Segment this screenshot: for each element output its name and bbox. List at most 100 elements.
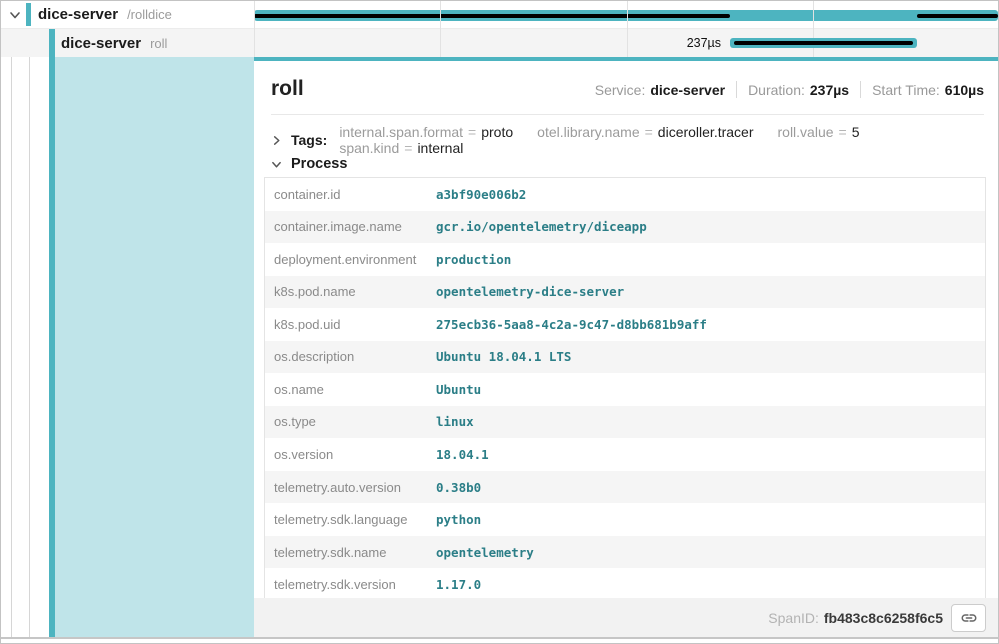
span-detail-footer: SpanID: fb483c8c6258f6c5	[254, 598, 998, 637]
span-operation-name: roll	[150, 36, 167, 51]
child-span-segment	[734, 41, 913, 45]
table-row: telemetry.sdk.nameopentelemetry	[265, 536, 985, 569]
timeline-gridline	[627, 1, 628, 57]
process-value: linux	[436, 414, 474, 429]
span-row-roll-selected[interactable]: dice-server roll 237µs	[1, 29, 998, 57]
tag-equals: =	[645, 124, 653, 140]
summary-divider	[736, 81, 737, 98]
tags-label: Tags:	[291, 132, 327, 148]
process-label: Process	[291, 156, 347, 172]
process-key: telemetry.sdk.version	[265, 577, 436, 592]
duration-value: 237µs	[810, 82, 849, 98]
table-row: telemetry.sdk.version1.17.0	[265, 568, 985, 601]
table-row: deployment.environmentproduction	[265, 243, 985, 276]
selected-span-tint-block	[55, 57, 254, 637]
process-value: python	[436, 512, 481, 527]
parent-span-bar[interactable]	[254, 10, 998, 21]
process-value: 0.38b0	[436, 480, 481, 495]
tag-value: proto	[481, 124, 513, 140]
table-row: k8s.pod.uid275ecb36-5aa8-4c2a-9c47-d8bb6…	[265, 308, 985, 341]
span-duration-label: 237µs	[687, 36, 721, 50]
process-value: Ubuntu 18.04.1 LTS	[436, 349, 571, 364]
span-detail-header: roll Service: dice-server Duration: 237µ…	[271, 61, 984, 115]
table-row: os.version18.04.1	[265, 438, 985, 471]
spanid-value: fb483c8c6258f6c5	[824, 610, 943, 626]
trace-detail-view: dice-server /rolldice dice-server roll 2…	[0, 0, 999, 644]
table-row: os.descriptionUbuntu 18.04.1 LTS	[265, 341, 985, 374]
process-value: opentelemetry	[436, 545, 534, 560]
copy-link-button[interactable]	[951, 604, 986, 632]
process-key: os.name	[265, 382, 436, 397]
table-row: os.nameUbuntu	[265, 373, 985, 406]
process-value: 1.17.0	[436, 577, 481, 592]
process-key: os.version	[265, 447, 436, 462]
parent-self-time-segment	[917, 14, 998, 18]
process-key: deployment.environment	[265, 252, 436, 267]
process-value: a3bf90e006b2	[436, 187, 526, 202]
service-value: dice-server	[650, 82, 725, 98]
span-name[interactable]: dice-server roll	[61, 29, 167, 57]
span-detail-panel: roll Service: dice-server Duration: 237µ…	[254, 57, 998, 637]
tag-key: roll.value	[778, 124, 834, 140]
process-value: 18.04.1	[436, 447, 489, 462]
tag-item: internal.span.format = proto	[339, 124, 513, 140]
tree-indent-guide	[29, 57, 30, 637]
tag-item: roll.value = 5	[778, 124, 860, 140]
span-operation-name: /rolldice	[127, 7, 172, 22]
span-row-rolldice[interactable]: dice-server /rolldice	[1, 1, 998, 29]
tags-section-header[interactable]: Tags: internal.span.format=protootel.lib…	[271, 124, 998, 156]
process-value: 275ecb36-5aa8-4c2a-9c47-d8bb681b9aff	[436, 317, 707, 332]
start-time-value: 610µs	[945, 82, 984, 98]
collapse-chevron-down-icon[interactable]	[9, 9, 21, 21]
process-value: Ubuntu	[436, 382, 481, 397]
chevron-down-icon[interactable]	[271, 159, 282, 170]
process-value: gcr.io/opentelemetry/diceapp	[436, 219, 647, 234]
tree-indent-guide	[11, 57, 12, 637]
tag-equals: =	[468, 124, 476, 140]
process-key: k8s.pod.name	[265, 284, 436, 299]
spanid-label: SpanID:	[768, 610, 819, 626]
chevron-right-icon[interactable]	[271, 135, 282, 146]
start-time-label: Start Time:	[872, 82, 940, 98]
process-key: os.type	[265, 414, 436, 429]
tag-value: diceroller.tracer	[658, 124, 754, 140]
table-row: container.image.namegcr.io/opentelemetry…	[265, 211, 985, 244]
service-label: Service:	[595, 82, 646, 98]
process-key: container.id	[265, 187, 436, 202]
table-row: telemetry.auto.version0.38b0	[265, 471, 985, 504]
span-service-name: dice-server	[61, 35, 141, 52]
process-section-header[interactable]: Process	[271, 156, 347, 172]
process-key: container.image.name	[265, 219, 436, 234]
process-key: os.description	[265, 349, 436, 364]
tag-key: internal.span.format	[339, 124, 463, 140]
tag-item: span.kind = internal	[339, 140, 463, 156]
process-value: opentelemetry-dice-server	[436, 284, 624, 299]
process-key: k8s.pod.uid	[265, 317, 436, 332]
tags-list: internal.span.format=protootel.library.n…	[339, 124, 998, 156]
table-row: k8s.pod.nameopentelemetry-dice-server	[265, 276, 985, 309]
span-color-bar	[26, 3, 31, 26]
tag-equals: =	[839, 124, 847, 140]
process-key-value-table: container.ida3bf90e006b2container.image.…	[264, 177, 986, 602]
process-key: telemetry.sdk.language	[265, 512, 436, 527]
process-key: telemetry.auto.version	[265, 480, 436, 495]
tag-item: otel.library.name = diceroller.tracer	[537, 124, 753, 140]
duration-label: Duration:	[748, 82, 805, 98]
tag-key: span.kind	[339, 140, 399, 156]
tag-key: otel.library.name	[537, 124, 639, 140]
span-summary: Service: dice-server Duration: 237µs Sta…	[595, 81, 984, 98]
process-key: telemetry.sdk.name	[265, 545, 436, 560]
timeline-gridline	[813, 1, 814, 57]
table-row: container.ida3bf90e006b2	[265, 178, 985, 211]
panel-bottom-border	[1, 637, 998, 639]
link-icon	[960, 609, 978, 627]
tag-value: internal	[417, 140, 463, 156]
name-column-divider	[254, 1, 255, 57]
table-row: os.typelinux	[265, 406, 985, 439]
tag-equals: =	[404, 140, 412, 156]
timeline-gridline	[440, 1, 441, 57]
tag-value: 5	[852, 124, 860, 140]
span-name[interactable]: dice-server /rolldice	[38, 1, 172, 28]
summary-divider	[860, 81, 861, 98]
child-span-bar[interactable]	[730, 38, 917, 48]
